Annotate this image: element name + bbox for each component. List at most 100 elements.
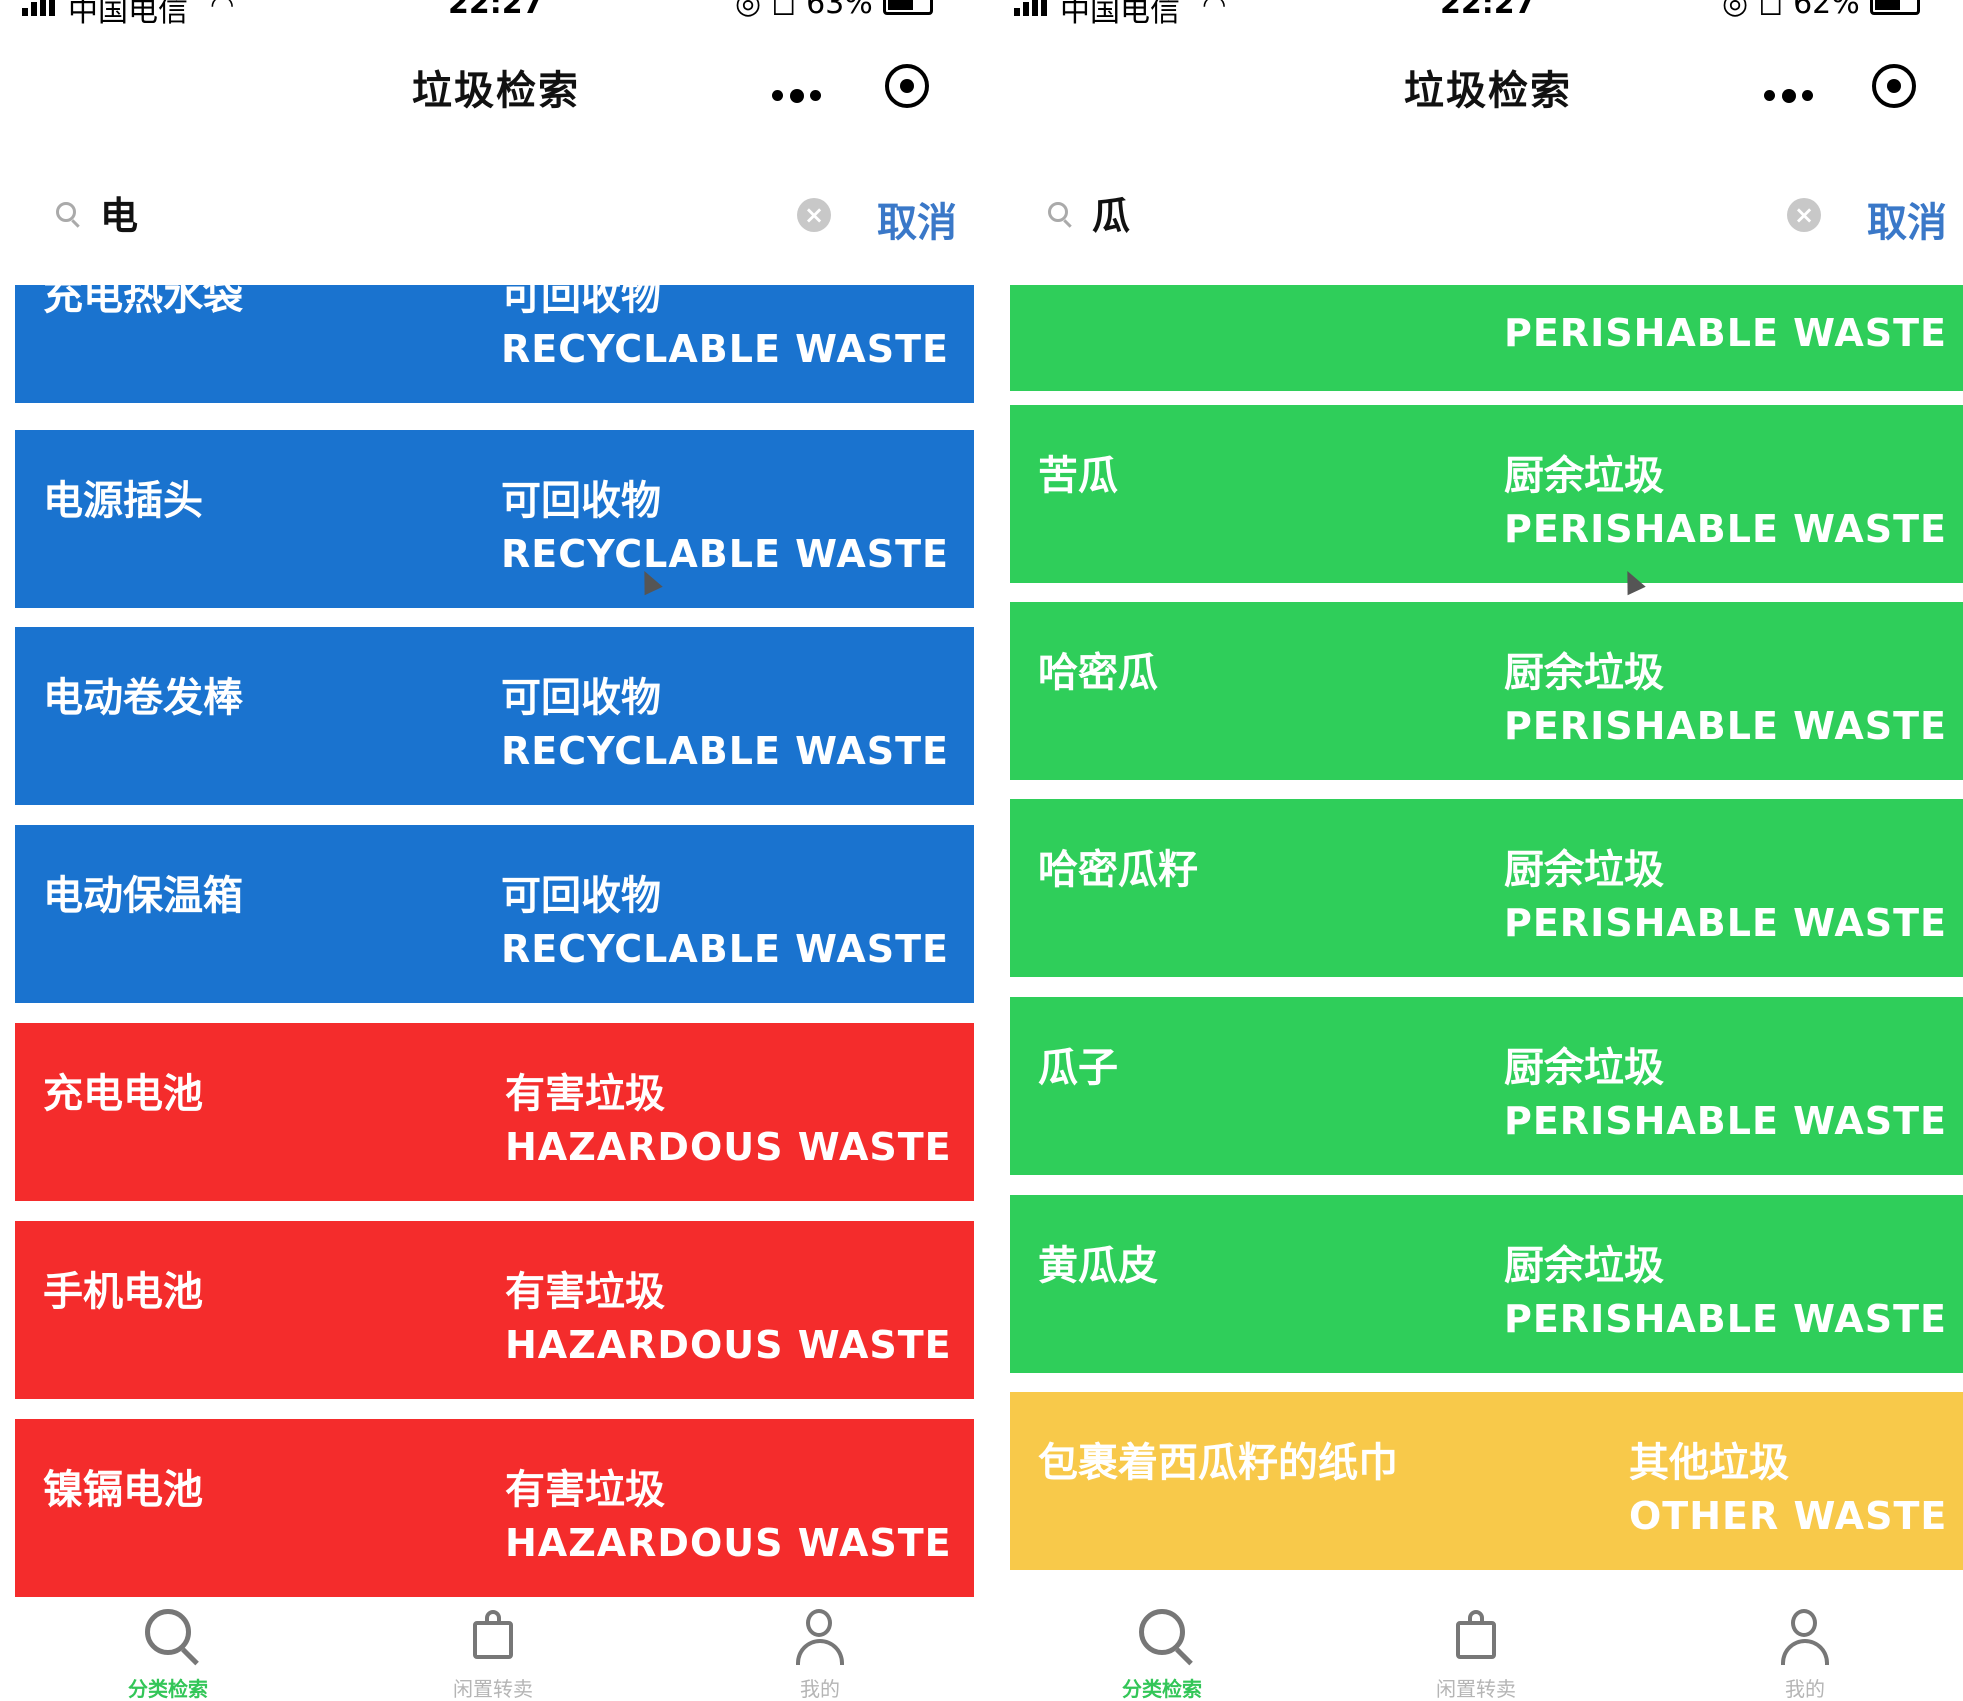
- more-dots-icon[interactable]: [1764, 89, 1816, 103]
- category-cn: 可回收物: [501, 478, 661, 524]
- category-en: RECYCLABLE WASTE: [501, 532, 950, 576]
- item-name: 哈密瓜籽: [1038, 847, 1198, 893]
- tab-label: 我的: [1785, 1677, 1825, 1701]
- list-item[interactable]: 黄瓜皮 厨余垃圾 PERISHABLE WASTE: [1010, 1195, 1963, 1373]
- tab-mine[interactable]: 我的: [1725, 1601, 1885, 1701]
- carrier-label: 中国电信: [1060, 0, 1180, 29]
- tab-label: 分类检索: [1122, 1677, 1202, 1701]
- tab-classify-search[interactable]: 分类检索: [88, 1601, 248, 1701]
- search-icon: [145, 1609, 191, 1655]
- list-item[interactable]: 苦瓜 厨余垃圾 PERISHABLE WASTE: [1010, 405, 1963, 583]
- category-cn: 厨余垃圾: [1504, 1243, 1664, 1289]
- item-name: 电源插头: [43, 478, 203, 524]
- nav-bar: 垃圾检索: [992, 40, 1963, 130]
- signal-icon: [22, 0, 55, 16]
- tab-idle-resale[interactable]: 闲置转卖: [413, 1601, 573, 1701]
- category-en: OTHER WASTE: [1629, 1494, 1948, 1538]
- category-en: PERISHABLE WASTE: [1504, 1099, 1948, 1143]
- category-cn: 厨余垃圾: [1504, 650, 1664, 696]
- more-dots-icon[interactable]: [772, 89, 824, 103]
- category-en: PERISHABLE WASTE: [1504, 311, 1948, 355]
- list-item[interactable]: 手机电池 有害垃圾 HAZARDOUS WASTE: [15, 1221, 974, 1399]
- cancel-button[interactable]: 取消: [1867, 190, 1947, 248]
- list-item[interactable]: 瓜子 厨余垃圾 PERISHABLE WASTE: [1010, 997, 1963, 1175]
- list-item[interactable]: 充电电池 有害垃圾 HAZARDOUS WASTE: [15, 1023, 974, 1201]
- bag-icon: [1456, 1610, 1496, 1659]
- category-en: PERISHABLE WASTE: [1504, 704, 1948, 748]
- item-name: 哈密瓜: [1038, 650, 1158, 696]
- nav-bar: 垃圾检索: [0, 40, 990, 130]
- tab-classify-search[interactable]: 分类检索: [1082, 1601, 1242, 1701]
- category-en: PERISHABLE WASTE: [1504, 901, 1948, 945]
- user-icon: [1781, 1609, 1829, 1669]
- list-item[interactable]: 充电热水袋 可回收物 RECYCLABLE WASTE: [15, 285, 974, 403]
- battery-percent: 63%: [806, 0, 873, 21]
- list-item[interactable]: 哈密瓜 厨余垃圾 PERISHABLE WASTE: [1010, 602, 1963, 780]
- target-close-icon[interactable]: [885, 64, 929, 108]
- user-icon: [796, 1609, 844, 1669]
- category-en: PERISHABLE WASTE: [1504, 507, 1948, 551]
- item-name: 电动保温箱: [43, 873, 243, 919]
- tab-label: 分类检索: [128, 1677, 208, 1701]
- result-list[interactable]: 充电热水袋 可回收物 RECYCLABLE WASTE 电源插头 可回收物 RE…: [15, 285, 974, 1599]
- battery-icon: [882, 0, 933, 15]
- item-name: 瓜子: [1038, 1045, 1118, 1091]
- wifi-icon: ◠: [210, 0, 235, 21]
- item-name: 黄瓜皮: [1038, 1243, 1158, 1289]
- tab-idle-resale[interactable]: 闲置转卖: [1396, 1601, 1556, 1701]
- list-item[interactable]: 哈密瓜籽 厨余垃圾 PERISHABLE WASTE: [1010, 799, 1963, 977]
- category-en: HAZARDOUS WASTE: [505, 1521, 952, 1565]
- status-time: 22:27: [1440, 0, 1536, 21]
- item-name: 电动卷发棒: [43, 675, 243, 721]
- battery-icon: [1869, 0, 1920, 15]
- list-item[interactable]: 电源插头 可回收物 RECYCLABLE WASTE: [15, 430, 974, 608]
- search-input[interactable]: [1092, 190, 1592, 234]
- category-cn: 可回收物: [501, 873, 661, 919]
- page-title: 垃圾检索: [1404, 68, 1572, 114]
- carrier-label: 中国电信: [68, 0, 188, 29]
- alarm-icon: ◻: [1758, 0, 1784, 21]
- category-cn: 可回收物: [501, 675, 661, 721]
- cancel-button[interactable]: 取消: [877, 190, 957, 248]
- category-cn: 厨余垃圾: [1504, 847, 1664, 893]
- category-cn: 有害垃圾: [505, 1071, 665, 1117]
- tab-label: 我的: [800, 1677, 840, 1701]
- battery-fill: [887, 0, 913, 10]
- category-en: RECYCLABLE WASTE: [501, 729, 950, 773]
- phone-screen-left: 中国电信 ◠ 22:27 ◎ ◻ 63% 垃圾检索 × 取消 充电热水袋 可回收…: [0, 0, 990, 1701]
- alarm-icon: ◻: [771, 0, 797, 21]
- list-item[interactable]: 包裹着西瓜籽的纸巾 其他垃圾 OTHER WASTE: [1010, 1392, 1963, 1570]
- bag-icon: [473, 1610, 513, 1659]
- list-item[interactable]: 电动保温箱 可回收物 RECYCLABLE WASTE: [15, 825, 974, 1003]
- clear-circle-icon[interactable]: ×: [1787, 198, 1821, 232]
- tab-label: 闲置转卖: [1436, 1677, 1516, 1701]
- search-icon: [1139, 1609, 1185, 1655]
- search-icon: [1048, 202, 1068, 222]
- lock-rotation-icon: ◎: [1722, 0, 1749, 21]
- list-item[interactable]: 镍镉电池 有害垃圾 HAZARDOUS WASTE: [15, 1419, 974, 1597]
- category-en: RECYCLABLE WASTE: [501, 327, 950, 371]
- target-close-icon[interactable]: [1872, 64, 1916, 108]
- result-list[interactable]: PERISHABLE WASTE 苦瓜 厨余垃圾 PERISHABLE WAST…: [1010, 285, 1963, 1599]
- item-name: 手机电池: [43, 1269, 203, 1315]
- item-name: 充电热水袋: [43, 285, 243, 319]
- tab-label: 闲置转卖: [453, 1677, 533, 1701]
- clear-circle-icon[interactable]: ×: [797, 198, 831, 232]
- list-item[interactable]: 电动卷发棒 可回收物 RECYCLABLE WASTE: [15, 627, 974, 805]
- phone-screen-right: 中国电信 ◠ 22:27 ◎ ◻ 62% 垃圾检索 × 取消 PERISHABL…: [992, 0, 1963, 1701]
- list-item[interactable]: PERISHABLE WASTE: [1010, 285, 1963, 391]
- category-cn: 可回收物: [501, 285, 661, 319]
- search-input[interactable]: [100, 190, 600, 234]
- category-en: RECYCLABLE WASTE: [501, 927, 950, 971]
- battery-fill: [1874, 0, 1900, 10]
- search-bar: × 取消: [992, 180, 1963, 250]
- item-name: 包裹着西瓜籽的纸巾: [1038, 1440, 1398, 1486]
- item-name: 充电电池: [43, 1071, 203, 1117]
- tab-mine[interactable]: 我的: [740, 1601, 900, 1701]
- lock-rotation-icon: ◎: [735, 0, 762, 21]
- category-cn: 厨余垃圾: [1504, 1045, 1664, 1091]
- battery-percent: 62%: [1793, 0, 1860, 21]
- item-name: 镍镉电池: [43, 1467, 203, 1513]
- search-bar: × 取消: [0, 180, 990, 250]
- category-cn: 其他垃圾: [1629, 1440, 1789, 1486]
